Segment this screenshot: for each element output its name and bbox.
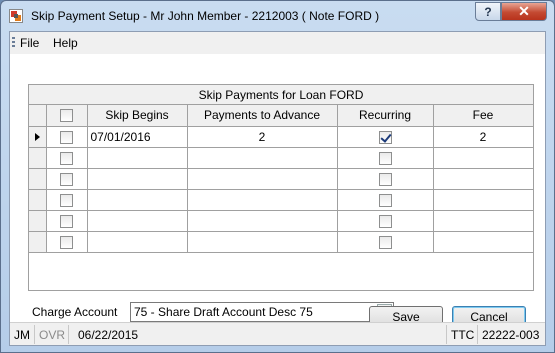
close-button[interactable]: ✕ (501, 2, 547, 21)
recurring-cell[interactable] (336, 126, 434, 148)
skip-begins-cell[interactable] (86, 188, 188, 211)
recurring-checkbox[interactable] (378, 151, 392, 165)
payments-to-advance-cell[interactable] (186, 188, 338, 211)
column-header-fee[interactable]: Fee (432, 105, 534, 127)
row-select-cell[interactable] (45, 230, 88, 253)
status-mode: TTC (451, 328, 475, 342)
payments-to-advance-cell[interactable] (186, 209, 338, 232)
menu-help[interactable]: Help (53, 36, 78, 50)
recurring-cell[interactable] (336, 167, 434, 190)
status-bar: JM OVR 06/22/2015 TTC 22222-003 (10, 322, 545, 345)
table-row[interactable] (29, 146, 534, 169)
recurring-cell[interactable] (336, 146, 434, 169)
help-button[interactable]: ? (475, 2, 501, 21)
status-terminal: 22222-003 (482, 328, 540, 342)
fee-cell[interactable] (432, 230, 534, 253)
title-bar[interactable]: Skip Payment Setup - Mr John Member - 22… (1, 1, 554, 31)
window-title: Skip Payment Setup - Mr John Member - 22… (31, 9, 380, 23)
row-selector[interactable] (29, 146, 47, 169)
row-select-cell[interactable] (45, 126, 88, 148)
table-row[interactable] (29, 188, 534, 211)
column-header-recurring[interactable]: Recurring (336, 105, 434, 127)
payments-to-advance-cell[interactable]: 2 (186, 126, 338, 148)
skip-begins-cell[interactable]: 07/01/2016 (86, 126, 188, 148)
charge-account-select[interactable]: 75 - Share Draft Account Desc 75 (130, 302, 394, 322)
skip-begins-cell[interactable] (86, 146, 188, 169)
grid-body: 07/01/2016 2 2 (29, 126, 534, 253)
row-checkbox[interactable] (60, 214, 73, 228)
grid-table: Skip Begins Payments to Advance Recurrin… (29, 105, 534, 253)
skip-begins-cell[interactable] (86, 209, 188, 232)
menu-file[interactable]: File (20, 36, 39, 50)
status-date: 06/22/2015 (78, 328, 139, 342)
skip-begins-cell[interactable] (86, 167, 188, 190)
status-separator (446, 325, 447, 344)
table-row[interactable] (29, 167, 534, 190)
row-checkbox[interactable] (60, 172, 73, 186)
grid-caption: Skip Payments for Loan FORD (29, 85, 533, 105)
recurring-checkbox[interactable] (378, 172, 392, 186)
skip-begins-cell[interactable] (86, 230, 188, 253)
row-selector[interactable] (29, 167, 47, 190)
row-selector[interactable] (29, 126, 47, 148)
row-selector[interactable] (29, 230, 47, 253)
row-selector[interactable] (29, 188, 47, 211)
status-separator (68, 325, 69, 344)
payments-to-advance-cell[interactable] (186, 230, 338, 253)
table-row[interactable] (29, 209, 534, 232)
recurring-checkbox[interactable] (378, 193, 392, 207)
row-checkbox[interactable] (60, 130, 73, 144)
recurring-cell[interactable] (336, 188, 434, 211)
table-row[interactable] (29, 230, 534, 253)
select-all-header[interactable] (45, 105, 88, 127)
payments-to-advance-cell[interactable] (186, 167, 338, 190)
payments-to-advance-cell[interactable] (186, 146, 338, 169)
status-user: JM (14, 328, 30, 342)
status-separator (34, 325, 35, 344)
row-select-cell[interactable] (45, 188, 88, 211)
current-row-arrow-icon (35, 132, 40, 141)
table-row[interactable]: 07/01/2016 2 2 (29, 126, 534, 148)
charge-account-value: 75 - Share Draft Account Desc 75 (134, 305, 313, 319)
fee-cell[interactable] (432, 146, 534, 169)
row-checkbox[interactable] (60, 151, 73, 165)
column-header-payments-to-advance[interactable]: Payments to Advance (186, 105, 338, 127)
row-checkbox[interactable] (60, 235, 73, 249)
recurring-checkbox[interactable] (378, 130, 392, 144)
fee-cell[interactable]: 2 (432, 126, 534, 148)
row-header-corner (29, 105, 47, 127)
fee-cell[interactable] (432, 209, 534, 232)
status-override: OVR (39, 328, 66, 342)
recurring-cell[interactable] (336, 209, 434, 232)
row-select-cell[interactable] (45, 167, 88, 190)
content-panel: Skip Payments for Loan FORD Skip Begins … (10, 54, 545, 328)
charge-account-label: Charge Account (32, 305, 118, 319)
menu-bar: File Help (10, 32, 545, 54)
row-select-cell[interactable] (45, 146, 88, 169)
status-separator (477, 325, 478, 344)
fee-cell[interactable] (432, 188, 534, 211)
select-all-checkbox[interactable] (60, 109, 73, 123)
fee-cell[interactable] (432, 167, 534, 190)
column-header-skip-begins[interactable]: Skip Begins (86, 105, 188, 127)
recurring-checkbox[interactable] (378, 235, 392, 249)
skip-payments-grid: Skip Payments for Loan FORD Skip Begins … (28, 84, 534, 291)
app-icon (9, 9, 23, 23)
row-select-cell[interactable] (45, 209, 88, 232)
client-area: File Help Skip Payments for Loan FORD Sk… (9, 31, 546, 346)
recurring-cell[interactable] (336, 230, 434, 253)
row-checkbox[interactable] (60, 193, 73, 207)
row-selector[interactable] (29, 209, 47, 232)
recurring-checkbox[interactable] (378, 214, 392, 228)
skip-payment-window: Skip Payment Setup - Mr John Member - 22… (0, 0, 555, 353)
menu-grip-icon (12, 37, 15, 49)
